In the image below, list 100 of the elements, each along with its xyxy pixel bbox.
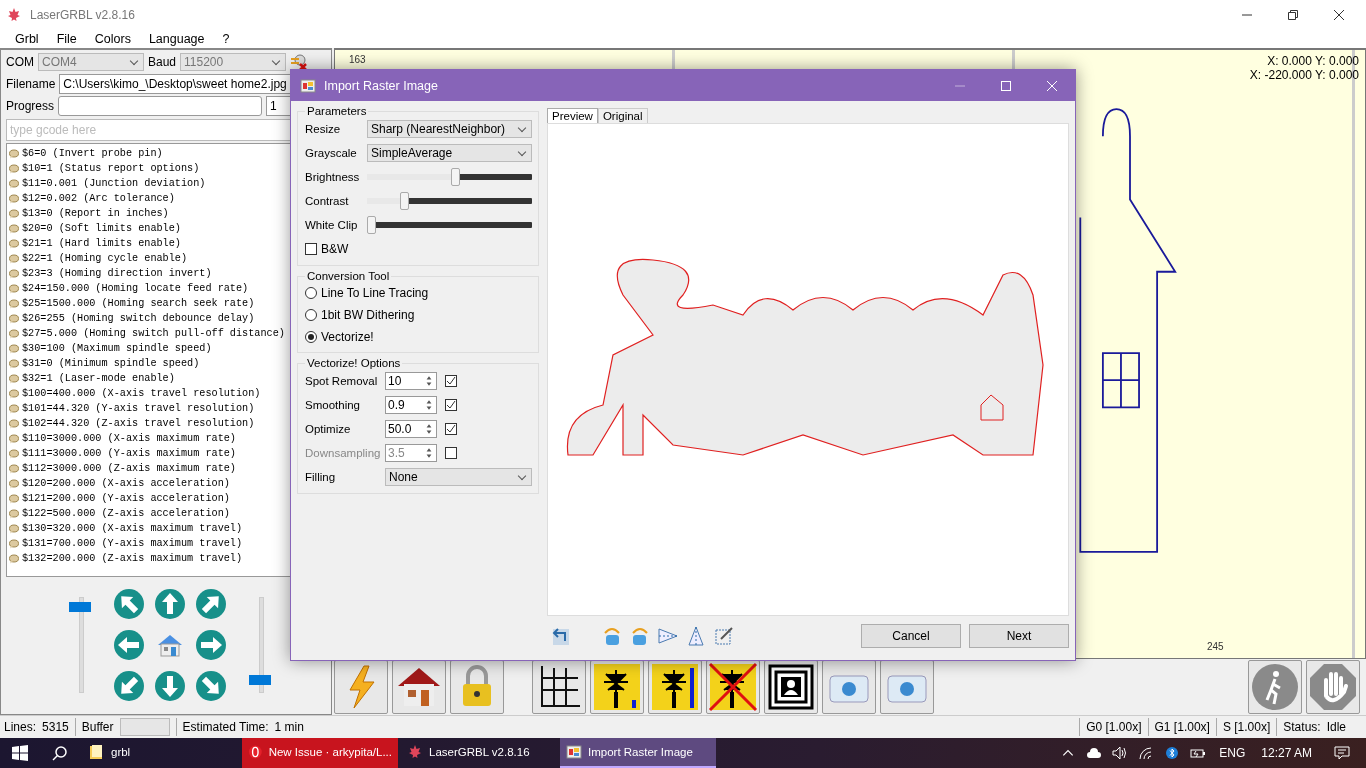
- checkbox[interactable]: [445, 423, 457, 435]
- checkbox[interactable]: [305, 243, 317, 255]
- dialog-button[interactable]: Next: [969, 624, 1069, 648]
- slider-thumb[interactable]: [69, 601, 91, 612]
- number-spinner[interactable]: 0.9: [385, 396, 437, 414]
- menu-item[interactable]: ?: [215, 32, 237, 46]
- radio-label: Vectorize!: [321, 330, 374, 344]
- folder-icon: [89, 744, 105, 760]
- laser-icon[interactable]: [648, 660, 702, 714]
- filling-dropdown[interactable]: None: [385, 468, 532, 486]
- camera-icon[interactable]: [880, 660, 934, 714]
- search-icon[interactable]: [52, 745, 68, 761]
- filename-label: Filename: [6, 77, 56, 91]
- house-icon[interactable]: [392, 660, 446, 714]
- crop-icon[interactable]: [713, 625, 735, 647]
- message-icon: [9, 553, 19, 564]
- message-icon: [9, 328, 19, 339]
- option-label: Optimize: [305, 423, 352, 435]
- resize-dropdown[interactable]: Sharp (NearestNeighbor): [367, 120, 532, 138]
- clock[interactable]: 12:27 AM: [1261, 746, 1312, 760]
- slider-thumb[interactable]: [450, 168, 460, 186]
- taskbar-button[interactable]: New Issue · arkypita/L...: [242, 738, 398, 768]
- progress-label: Progress: [6, 99, 55, 113]
- step-slider[interactable]: [249, 595, 271, 695]
- override-value: G0 [1.00x]: [1086, 720, 1142, 734]
- radio-label: 1bit BW Dithering: [321, 308, 415, 322]
- dialog-button[interactable]: Cancel: [861, 624, 961, 648]
- lines-label: Lines:: [4, 720, 37, 734]
- radio-button[interactable]: [305, 309, 317, 321]
- number-spinner[interactable]: 50.0: [385, 420, 437, 438]
- radio-button[interactable]: [305, 287, 317, 299]
- message-icon: [9, 463, 19, 474]
- window-title: LaserGRBL v2.8.16: [30, 8, 135, 22]
- baud-label: Baud: [148, 55, 177, 69]
- menu-item[interactable]: Language: [141, 32, 212, 46]
- grayscale-dropdown[interactable]: SimpleAverage: [367, 144, 532, 162]
- console-line: $27=5.000 (Homing switch pull-off distance): [22, 328, 285, 339]
- speaker-icon[interactable]: [1112, 746, 1129, 760]
- slider[interactable]: [367, 168, 532, 186]
- message-icon: [9, 403, 19, 414]
- message-icon: [9, 268, 19, 279]
- number-spinner[interactable]: 10: [385, 372, 437, 390]
- maximize-icon[interactable]: [1001, 80, 1011, 91]
- padlock-icon[interactable]: [450, 660, 504, 714]
- radio-button[interactable]: [305, 331, 317, 343]
- console-line: $101=44.320 (Y-axis travel resolution): [22, 403, 255, 414]
- bluetooth-icon[interactable]: [1164, 746, 1181, 760]
- console-line: $26=255 (Homing switch debounce delay): [22, 313, 255, 324]
- laser-crossed-icon[interactable]: [706, 660, 760, 714]
- radio-label: Line To Line Tracing: [321, 286, 429, 300]
- language-indicator[interactable]: ENG: [1219, 746, 1246, 760]
- console-line: $122=500.000 (Z-axis acceleration): [22, 508, 230, 519]
- speed-slider[interactable]: [69, 595, 91, 695]
- cloud-icon[interactable]: [1086, 746, 1103, 760]
- slider-thumb[interactable]: [249, 674, 271, 685]
- slider[interactable]: [367, 192, 532, 210]
- console-line: $31=0 (Minimum spindle speed): [22, 358, 200, 369]
- group-title: Vectorize! Options: [306, 357, 402, 369]
- message-icon: [9, 163, 19, 174]
- slider-thumb[interactable]: [367, 216, 376, 234]
- ruler-label: 163: [349, 54, 366, 65]
- taskbar-button[interactable]: grbl: [83, 738, 239, 768]
- lightning-icon[interactable]: [334, 660, 388, 714]
- console-line: $132=200.000 (Z-axis maximum travel): [22, 553, 243, 564]
- message-icon: [9, 493, 19, 504]
- walking-person-icon[interactable]: [1248, 660, 1302, 714]
- slider-thumb[interactable]: [399, 192, 409, 210]
- console-line: $10=1 (Status report options): [22, 163, 200, 174]
- message-icon: [9, 193, 19, 204]
- message-icon: [9, 208, 19, 219]
- laser-icon[interactable]: [590, 660, 644, 714]
- windows-start-icon[interactable]: [12, 745, 28, 761]
- message-icon: [9, 538, 19, 549]
- menu-item[interactable]: File: [49, 32, 84, 46]
- taskbar-button[interactable]: LaserGRBL v2.8.16: [401, 738, 557, 768]
- slider[interactable]: [367, 216, 532, 234]
- notification-icon[interactable]: [1334, 746, 1350, 760]
- battery-icon[interactable]: [1190, 746, 1207, 760]
- baud-dropdown[interactable]: 115200: [180, 53, 287, 71]
- grayscale-label: Grayscale: [305, 147, 358, 159]
- restore-icon[interactable]: [1288, 10, 1298, 20]
- checkbox[interactable]: [445, 399, 457, 411]
- menu-item[interactable]: Colors: [87, 32, 138, 46]
- taskbar-button[interactable]: Import Raster Image: [560, 738, 716, 768]
- tab[interactable]: Preview: [547, 108, 598, 123]
- close-icon[interactable]: [1334, 10, 1344, 20]
- tab[interactable]: Original: [597, 108, 648, 123]
- message-icon: [9, 298, 19, 309]
- frame-icon[interactable]: [764, 660, 818, 714]
- grid-icon[interactable]: [532, 660, 586, 714]
- com-dropdown[interactable]: COM4: [38, 53, 144, 71]
- console-line: $13=0 (Report in inches): [22, 208, 169, 219]
- stop-hand-icon[interactable]: [1306, 660, 1360, 714]
- checkbox[interactable]: [445, 375, 457, 387]
- coordinate-readout: X: -220.000 Y: 0.000: [1249, 68, 1359, 82]
- flip-vertical-icon[interactable]: [685, 625, 707, 647]
- flip-horizontal-icon[interactable]: [657, 625, 679, 647]
- message-icon: [9, 223, 19, 234]
- estimated-time: 1 min: [274, 720, 304, 734]
- menu-item[interactable]: Grbl: [8, 32, 46, 46]
